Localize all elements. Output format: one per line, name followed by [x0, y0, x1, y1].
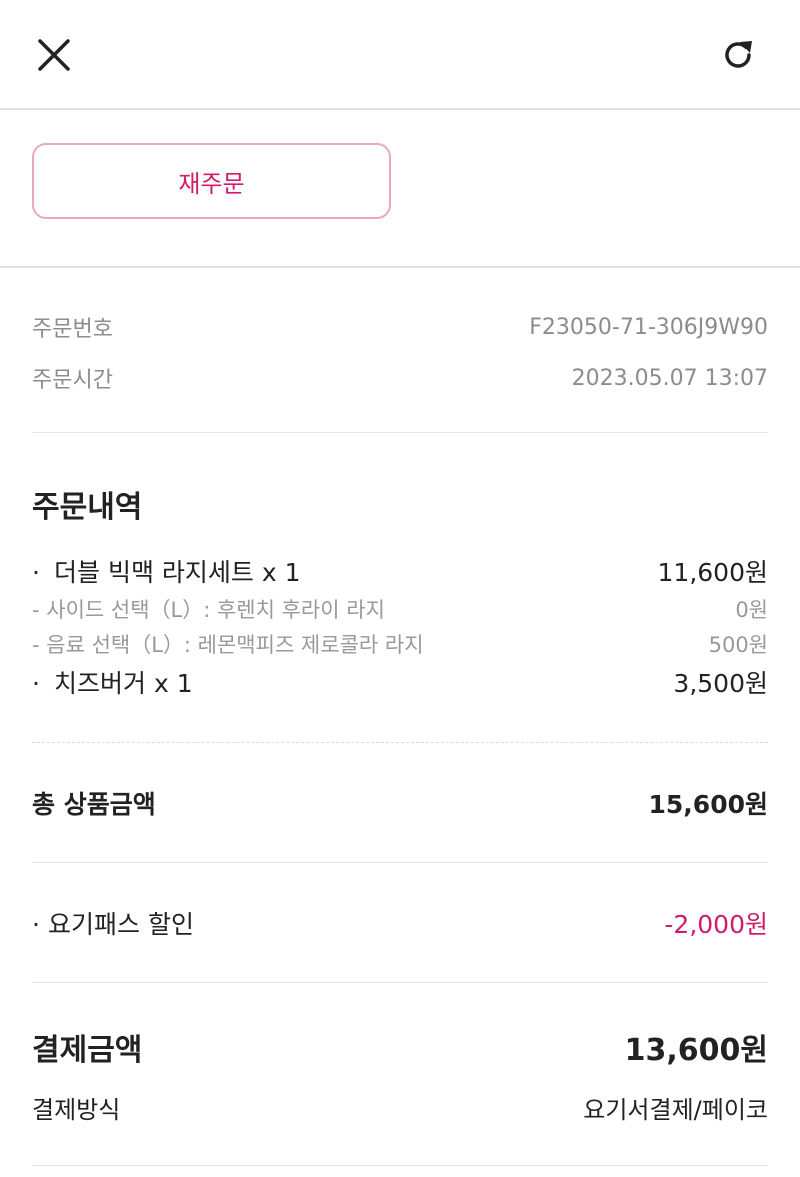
payment-method-label: 결제방식	[32, 1095, 121, 1124]
order-option-price: 0원	[735, 598, 768, 622]
reorder-section: 재주문	[0, 112, 800, 268]
order-item: · 더블 빅맥 라지세트 x 1 11,600원	[32, 553, 768, 589]
close-button[interactable]	[24, 25, 84, 85]
order-time-label: 주문시간	[32, 368, 113, 393]
order-number-value: F23050-71-306J9W90	[529, 314, 768, 340]
payment-method-row: 결제방식 요기서결제/페이코	[32, 1087, 768, 1127]
subtotal-value: 15,600원	[648, 790, 768, 819]
divider	[32, 862, 768, 863]
order-number-row: 주문번호 F23050-71-306J9W90	[32, 309, 768, 345]
divider	[32, 432, 768, 433]
order-option-text: - 음료 선택（L）: 레몬맥피즈 제로콜라 라지	[32, 633, 424, 657]
bullet: ·	[32, 558, 40, 587]
order-details-title: 주문내역	[32, 490, 143, 525]
order-time-value: 2023.05.07 13:07	[571, 365, 768, 391]
order-time-row: 주문시간 2023.05.07 13:07	[32, 360, 768, 396]
discount-value: -2,000원	[664, 910, 768, 939]
payment-total-value: 13,600원	[624, 1033, 768, 1068]
order-option-text: - 사이드 선택（L）: 후렌치 후라이 라지	[32, 598, 385, 622]
subtotal-row: 총 상품금액 15,600원	[32, 783, 768, 823]
order-item-option: - 사이드 선택（L）: 후렌치 후라이 라지 0원	[32, 594, 768, 624]
divider	[32, 982, 768, 983]
top-bar	[0, 0, 800, 110]
discount-row: · 요기패스 할인 -2,000원	[32, 903, 768, 943]
order-item-price: 3,500원	[673, 669, 768, 698]
bullet: ·	[32, 669, 40, 698]
order-number-label: 주문번호	[32, 317, 113, 342]
subtotal-label: 총 상품금액	[32, 790, 156, 819]
discount-label: · 요기패스 할인	[32, 910, 194, 939]
refresh-button[interactable]	[708, 25, 768, 85]
reorder-button[interactable]: 재주문	[32, 143, 391, 219]
order-item-name: · 치즈버거 x 1	[32, 669, 193, 698]
payment-total-label: 결제금액	[32, 1033, 143, 1068]
order-item-option: - 음료 선택（L）: 레몬맥피즈 제로콜라 라지 500원	[32, 629, 768, 659]
order-item: · 치즈버거 x 1 3,500원	[32, 664, 768, 700]
refresh-icon	[725, 41, 752, 68]
divider	[32, 1165, 768, 1166]
divider	[32, 742, 768, 743]
order-item-price: 11,600원	[657, 558, 768, 587]
payment-method-value: 요기서결제/페이코	[583, 1095, 768, 1124]
order-item-name: · 더블 빅맥 라지세트 x 1	[32, 558, 301, 587]
payment-total-row: 결제금액 13,600원	[32, 1024, 768, 1070]
bullet: ·	[32, 910, 40, 939]
close-icon	[38, 39, 70, 71]
order-option-price: 500원	[708, 633, 768, 657]
